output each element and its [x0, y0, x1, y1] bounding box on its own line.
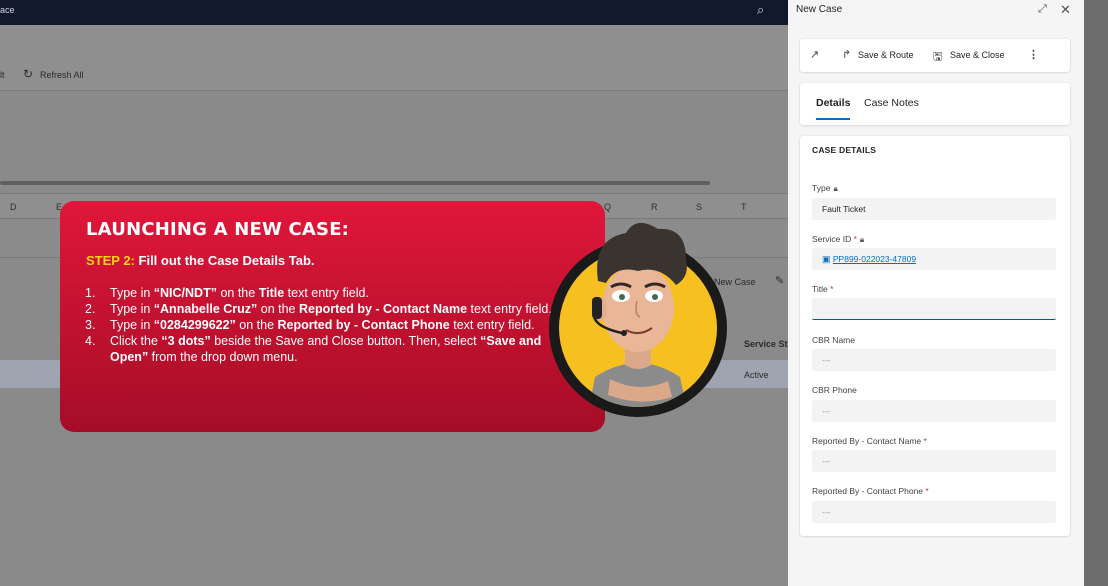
instruction-item: 2. Type in “Annabelle Cruz” on the Report… [85, 301, 555, 317]
expand-icon[interactable]: ⤢ [1038, 3, 1047, 16]
form-toolbar: ↗ ↱ Save & Route 🖫 Save & Close ⋮ [800, 39, 1070, 72]
item-number: 1. [85, 286, 96, 300]
section-title: CASE DETAILS [812, 145, 877, 155]
horizontal-scrollbar[interactable] [0, 181, 710, 185]
instruction-list: 1. Type in “NIC/NDT” on the Title text en… [85, 285, 555, 365]
item-text: Type in “NIC/NDT” on the Title text entr… [110, 286, 369, 300]
item-text: Click the “3 dots” beside the Save and C… [110, 334, 542, 364]
tab-details[interactable]: Details [816, 97, 850, 109]
refresh-icon[interactable]: ↻ [23, 67, 33, 81]
app-top-bar: ace ⌕ [0, 0, 788, 25]
item-text: Type in “0284299622” on the Reported by … [110, 318, 535, 332]
new-case-panel: New Case ⤢ ✕ ↗ ↱ Save & Route 🖫 Save & C… [788, 0, 1084, 586]
command-bar: lt ↻ Refresh All [0, 25, 788, 91]
title-label: Title * [812, 284, 834, 294]
save-icon: 🖫 [933, 51, 943, 63]
pencil-icon[interactable]: ✎ [775, 274, 784, 287]
item-number: 3. [85, 318, 96, 332]
cbr-phone-label: CBR Phone [812, 385, 857, 395]
item-number: 4. [85, 334, 96, 348]
contact-name-input[interactable]: --- [812, 450, 1056, 472]
save-close-button[interactable]: Save & Close [950, 50, 1005, 60]
cbr-phone-input[interactable]: --- [812, 400, 1056, 422]
search-icon[interactable]: ⌕ [757, 2, 775, 20]
service-status-column-header[interactable]: Service St [744, 339, 788, 349]
app-title-fragment: ace [0, 5, 15, 15]
form-tabs: Details Case Notes [800, 83, 1070, 125]
row-status: Active [744, 370, 769, 380]
type-label: Type 🔒︎ [812, 183, 838, 193]
more-icon[interactable]: ⋮ [1028, 48, 1039, 61]
item-text: Type in “Annabelle Cruz” on the Reported… [110, 302, 552, 316]
column-letter: D [10, 202, 17, 212]
route-icon: ↱ [842, 49, 852, 61]
step-label: STEP 2: [86, 253, 135, 268]
right-edge-backdrop [1084, 0, 1108, 586]
title-input[interactable] [812, 298, 1056, 320]
instruction-item: 1. Type in “NIC/NDT” on the Title text en… [85, 285, 555, 301]
column-letter: T [741, 202, 747, 212]
panel-title: New Case [796, 4, 843, 15]
item-number: 2. [85, 302, 96, 316]
cartoon-agent-avatar [549, 222, 727, 417]
callout-step: STEP 2: Fill out the Case Details Tab. [86, 253, 315, 268]
active-tab-indicator [816, 118, 850, 120]
lock-icon: 🔒︎ [859, 235, 865, 244]
record-icon: ▣ [822, 254, 831, 264]
command-fragment: lt [0, 70, 5, 80]
case-details-section: CASE DETAILS Type 🔒︎ Fault Ticket Service… [800, 136, 1070, 536]
lock-icon: 🔒︎ [833, 184, 838, 193]
popout-icon[interactable]: ↗ [810, 48, 819, 61]
service-id-field: ▣ PP899-022023-47809 [812, 248, 1056, 270]
service-id-label: Service ID * 🔒︎ [812, 234, 865, 244]
instruction-item: 4. Click the “3 dots” beside the Save and… [85, 333, 555, 365]
contact-phone-label: Reported By - Contact Phone * [812, 486, 929, 496]
cbr-name-input[interactable]: --- [812, 349, 1056, 371]
instruction-callout: LAUNCHING A NEW CASE: STEP 2: Fill out t… [60, 201, 605, 432]
callout-title: LAUNCHING A NEW CASE: [86, 219, 350, 240]
close-icon[interactable]: ✕ [1060, 2, 1071, 18]
step-text: Fill out the Case Details Tab. [138, 253, 315, 268]
type-field: Fault Ticket [812, 198, 1056, 220]
content-area [0, 92, 788, 182]
cbr-name-label: CBR Name [812, 335, 855, 345]
tab-case-notes[interactable]: Case Notes [864, 97, 919, 109]
refresh-all-button[interactable]: Refresh All [40, 70, 84, 80]
save-route-button[interactable]: Save & Route [858, 50, 914, 60]
contact-phone-input[interactable]: --- [812, 501, 1056, 523]
instruction-item: 3. Type in “0284299622” on the Reported b… [85, 317, 555, 333]
contact-name-label: Reported By - Contact Name * [812, 436, 927, 446]
service-id-link[interactable]: PP899-022023-47809 [833, 254, 916, 264]
